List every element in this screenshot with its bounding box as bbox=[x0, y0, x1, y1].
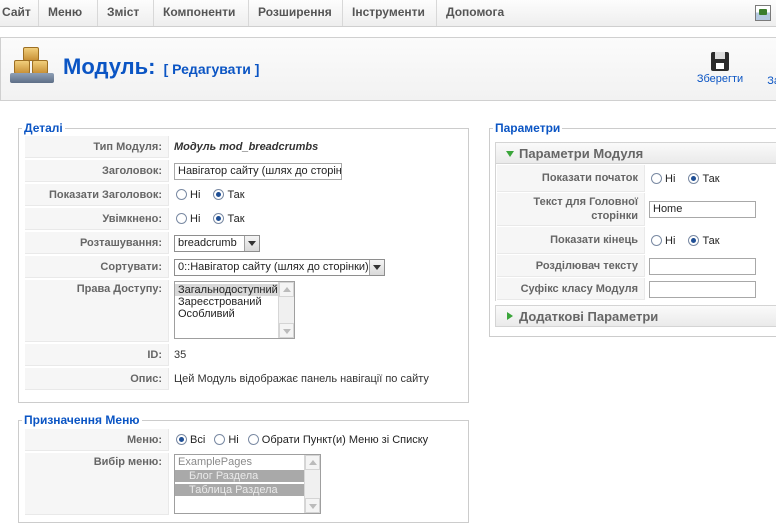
menu-selection-option[interactable]: ExamplePages bbox=[175, 456, 320, 468]
title-input[interactable]: Навігатор сайту (шлях до сторінки) bbox=[174, 162, 342, 180]
order-select-value: 0::Навігатор сайту (шлях до сторінки) bbox=[178, 260, 369, 273]
title-label: Заголовок: bbox=[25, 160, 169, 182]
advanced-params-title: Додаткові Параметри bbox=[519, 309, 659, 324]
suffix-input[interactable] bbox=[649, 280, 756, 298]
show-last-yes-radio[interactable] bbox=[688, 234, 700, 246]
parameters-legend: Параметри bbox=[495, 121, 561, 135]
module-type-value: Модуль mod_breadcrumbs bbox=[174, 141, 319, 153]
position-select-value: breadcrumb bbox=[178, 236, 237, 249]
menus-all-radio[interactable] bbox=[176, 434, 187, 445]
enabled-yes-radio[interactable] bbox=[213, 213, 225, 224]
show-title-no-label: Ні bbox=[190, 189, 201, 201]
close-button-label: Зак bbox=[767, 75, 776, 87]
menu-selection-option[interactable]: Таблица Раздела bbox=[175, 484, 320, 496]
menu-selection-listbox[interactable]: ExamplePages Блог Раздела Таблица Раздел… bbox=[174, 454, 321, 514]
description-label: Опис: bbox=[25, 368, 169, 390]
access-label: Права Доступу: bbox=[25, 280, 169, 342]
collapsed-triangle-icon bbox=[507, 312, 513, 320]
menu-selection-label: Вибір меню: bbox=[25, 453, 169, 515]
show-home-no-radio[interactable] bbox=[651, 172, 662, 184]
access-option[interactable]: Особливий bbox=[175, 308, 294, 320]
menu-components[interactable]: Компоненти bbox=[154, 0, 249, 26]
show-home-yes-label: Так bbox=[702, 172, 720, 185]
preview-icon[interactable] bbox=[755, 5, 771, 21]
show-title-no-radio[interactable] bbox=[176, 189, 187, 200]
menus-select-radio[interactable] bbox=[247, 434, 259, 445]
show-last-yes-label: Так bbox=[702, 234, 720, 247]
id-label: ID: bbox=[25, 344, 169, 366]
page-subtitle: [ Редагувати ] bbox=[163, 61, 260, 77]
show-home-yes-radio[interactable] bbox=[688, 172, 700, 184]
close-button[interactable]: Зак bbox=[756, 73, 776, 87]
menus-none-label: Ні bbox=[228, 434, 239, 446]
advanced-params-header[interactable]: Додаткові Параметри bbox=[495, 305, 776, 327]
menu-selection-scrollbar[interactable] bbox=[304, 455, 320, 513]
position-select[interactable]: breadcrumb bbox=[174, 234, 260, 252]
order-label: Сортувати: bbox=[25, 256, 169, 278]
separator-label: Розділювач тексту bbox=[497, 255, 645, 277]
show-last-no-radio[interactable] bbox=[651, 234, 662, 246]
show-home-label: Показати початок bbox=[497, 165, 645, 192]
page-title-text: Модуль: bbox=[63, 54, 156, 79]
show-title-yes-label: Так bbox=[227, 189, 245, 201]
details-fieldset: Деталі Тип Модуля: Модуль mod_breadcrumb… bbox=[18, 121, 469, 403]
show-title-label: Показати Заголовок: bbox=[25, 184, 169, 206]
save-button-label: Зберегти bbox=[696, 73, 744, 85]
chevron-down-icon bbox=[369, 259, 384, 275]
menus-all-label: Всі bbox=[190, 434, 206, 446]
enabled-yes-label: Так bbox=[227, 213, 245, 225]
menu-assignment-fieldset: Призначення Меню Меню: Всі Ні Обрати Пун… bbox=[18, 413, 469, 523]
order-select[interactable]: 0::Навігатор сайту (шлях до сторінки) bbox=[174, 258, 385, 276]
chevron-down-icon bbox=[244, 235, 259, 251]
enabled-no-label: Ні bbox=[190, 213, 201, 225]
access-scrollbar[interactable] bbox=[278, 282, 294, 338]
expanded-triangle-icon bbox=[506, 151, 514, 157]
enabled-label: Увімкнено: bbox=[25, 208, 169, 230]
suffix-label: Суфікс класу Модуля bbox=[497, 278, 645, 300]
module-icon bbox=[10, 46, 54, 84]
menu-menus[interactable]: Меню bbox=[39, 0, 98, 26]
menu-assignment-legend: Призначення Меню bbox=[24, 413, 140, 427]
menus-label: Меню: bbox=[25, 429, 169, 451]
show-home-no-label: Ні bbox=[665, 172, 676, 185]
page-title: Модуль: [ Редагувати ] bbox=[63, 54, 259, 80]
save-icon bbox=[711, 52, 729, 71]
menu-selection-option[interactable]: Блог Раздела bbox=[175, 470, 320, 482]
module-params-title: Параметри Модуля bbox=[519, 146, 644, 161]
separator-input[interactable] bbox=[649, 257, 756, 275]
home-text-input[interactable]: Home bbox=[649, 201, 756, 218]
show-title-yes-radio[interactable] bbox=[213, 189, 225, 200]
access-listbox[interactable]: Загальнодоступний Зареєстрований Особлив… bbox=[174, 281, 295, 339]
home-text-label: Текст для Головної сторінки bbox=[497, 193, 645, 226]
menus-none-radio[interactable] bbox=[214, 434, 226, 445]
menu-tools[interactable]: Інструменти bbox=[343, 0, 437, 26]
module-params-header[interactable]: Параметри Модуля bbox=[495, 142, 776, 164]
top-menu-bar: Сайт Меню Зміст Компоненти Розширення Ін… bbox=[0, 0, 776, 27]
save-button[interactable]: Зберегти bbox=[692, 52, 748, 85]
position-label: Розташування: bbox=[25, 232, 169, 254]
menu-site[interactable]: Сайт bbox=[0, 0, 39, 26]
show-last-label: Показати кінець bbox=[497, 227, 645, 254]
description-value: Цей Модуль відображає панель навігації п… bbox=[174, 373, 429, 385]
menus-select-label: Обрати Пункт(и) Меню зі Списку bbox=[261, 434, 429, 446]
menu-help[interactable]: Допомога bbox=[437, 0, 521, 26]
show-last-no-label: Ні bbox=[665, 234, 676, 247]
id-value: 35 bbox=[174, 349, 187, 361]
access-option[interactable]: Загальнодоступний bbox=[175, 284, 294, 296]
access-option[interactable]: Зареєстрований bbox=[175, 296, 294, 308]
menu-content[interactable]: Зміст bbox=[98, 0, 154, 26]
module-params-body: Показати початок Ні Так Текст для Головн… bbox=[495, 164, 776, 301]
details-legend: Деталі bbox=[24, 121, 63, 135]
enabled-no-radio[interactable] bbox=[176, 213, 187, 224]
module-type-label: Тип Модуля: bbox=[25, 136, 169, 158]
menu-extensions[interactable]: Розширення bbox=[249, 0, 343, 26]
